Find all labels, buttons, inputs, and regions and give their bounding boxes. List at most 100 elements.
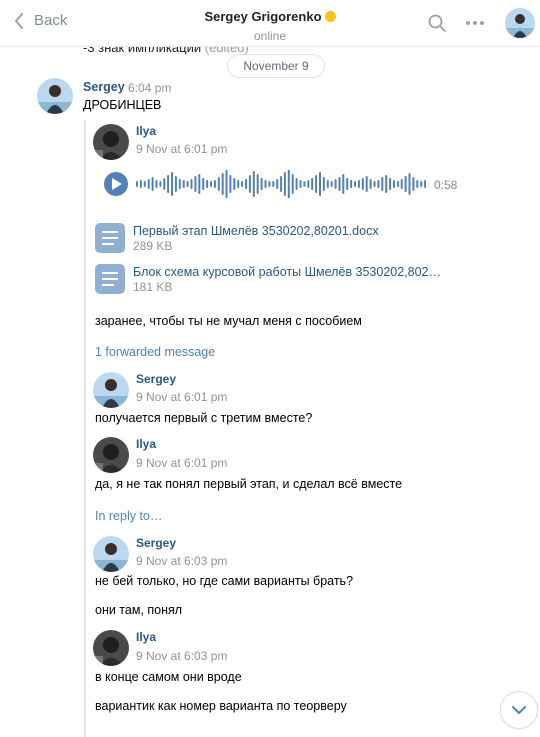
waveform-bar	[151, 177, 154, 191]
forwarded-time: 9 Nov at 6:03 pm	[136, 554, 228, 568]
waveform-bar	[264, 180, 267, 188]
forwarded-text: не бей только, но где сами варианты брат…	[95, 574, 354, 588]
date-separator: November 9	[227, 54, 325, 78]
waveform-bar	[420, 181, 423, 187]
waveform-bar	[424, 180, 427, 188]
waveform-bar	[171, 172, 173, 196]
waveform-bar	[315, 175, 318, 193]
search-icon[interactable]	[428, 14, 446, 37]
chat-title[interactable]: Sergey Grigorenko online	[0, 8, 540, 43]
waveform-bar	[416, 180, 419, 188]
waveform-bar	[389, 178, 392, 190]
waveform-bar	[377, 180, 380, 188]
document-size: 181 KB	[133, 280, 173, 294]
waveform-bar	[299, 180, 302, 188]
waveform-bar	[237, 180, 240, 188]
waveform-bar	[272, 181, 275, 187]
waveform-bar	[330, 181, 333, 187]
forwarded-time: 9 Nov at 6:01 pm	[136, 142, 228, 156]
waveform-bar	[357, 180, 360, 188]
document-size: 289 KB	[133, 239, 173, 253]
waveform-bar	[260, 178, 263, 190]
waveform-bar	[393, 180, 395, 188]
forwarded-text: получается первый с третим вместе?	[95, 411, 313, 425]
waveform-bar	[229, 175, 232, 193]
contact-status: online	[253, 29, 287, 43]
forwarded-text: в конце самом они вроде	[95, 670, 242, 684]
waveform-bar	[291, 174, 294, 194]
waveform-bar	[283, 172, 286, 196]
waveform-bar	[147, 179, 150, 189]
waveform-bar	[400, 179, 403, 189]
avatar[interactable]	[93, 372, 129, 408]
waveform-bar	[210, 181, 212, 187]
waveform-bar	[248, 175, 251, 193]
waveform-bar	[365, 176, 368, 192]
contact-avatar[interactable]	[505, 8, 535, 38]
waveform-bar	[159, 181, 162, 187]
forwarded-text: заранее, чтобы ты не мучал меня с пособи…	[95, 314, 362, 328]
waveform-bar	[303, 181, 306, 187]
waveform-bar	[334, 179, 337, 189]
waveform-bar	[322, 177, 325, 191]
reply-link[interactable]: In reply to…	[95, 509, 162, 523]
waveform-bar	[178, 179, 181, 189]
waveform-bar	[268, 181, 271, 187]
waveform-bar	[143, 181, 146, 187]
forwarded-author[interactable]: Ilya	[136, 437, 156, 451]
play-button[interactable]	[104, 172, 128, 196]
avatar[interactable]	[93, 630, 129, 666]
forwarded-time: 9 Nov at 6:03 pm	[136, 649, 228, 663]
waveform-bar	[167, 175, 170, 193]
forward-divider	[84, 121, 86, 737]
waveform-bar	[404, 176, 407, 192]
message-author[interactable]: Sergey	[83, 80, 125, 94]
document-icon[interactable]	[95, 264, 125, 294]
forwarded-time: 9 Nov at 6:01 pm	[136, 456, 228, 470]
waveform-bar	[287, 170, 290, 198]
waveform-bar	[276, 179, 279, 189]
audio-waveform[interactable]	[136, 170, 428, 198]
message-time[interactable]: 6:04 pm	[128, 81, 171, 95]
waveform-bar	[182, 180, 185, 188]
waveform-bar	[412, 177, 415, 191]
waveform-bar	[225, 170, 228, 198]
waveform-bar	[373, 181, 376, 187]
forwarded-messages-link[interactable]: 1 forwarded message	[95, 345, 215, 359]
document-icon[interactable]	[95, 223, 125, 253]
waveform-bar	[396, 181, 399, 187]
chat-header: Back Sergey Grigorenko online	[0, 0, 540, 47]
waveform-bar	[307, 180, 310, 188]
waveform-bar	[136, 181, 138, 187]
waveform-bar	[280, 176, 283, 192]
forwarded-text: они там, понял	[95, 603, 183, 617]
emoji-icon	[324, 11, 336, 22]
waveform-bar	[252, 171, 255, 197]
forwarded-author[interactable]: Ilya	[136, 630, 156, 644]
forwarded-author[interactable]: Sergey	[136, 536, 176, 550]
waveform-bar	[198, 174, 201, 194]
forwarded-text: вариантик как номер варианта по теорверу	[95, 699, 347, 713]
waveform-bar	[155, 180, 158, 188]
avatar[interactable]	[37, 78, 73, 114]
forwarded-author[interactable]: Ilya	[136, 124, 156, 138]
waveform-bar	[245, 179, 247, 189]
document-name[interactable]: Блок схема курсовой работы Шмелёв 353020…	[133, 265, 441, 279]
waveform-bar	[256, 174, 259, 194]
scroll-down-button[interactable]	[500, 691, 538, 729]
contact-name: Sergey Grigorenko	[204, 9, 322, 24]
avatar[interactable]	[93, 437, 129, 473]
avatar[interactable]	[93, 536, 129, 572]
audio-duration: 0:58	[434, 178, 458, 192]
waveform-bar	[385, 175, 388, 193]
avatar[interactable]	[93, 124, 129, 160]
waveform-bar	[338, 177, 341, 191]
more-horizontal-icon[interactable]	[465, 14, 485, 37]
document-name[interactable]: Первый этап Шмелёв 3530202,80201.docx	[133, 224, 379, 238]
waveform-bar	[163, 178, 166, 190]
waveform-bar	[233, 178, 236, 190]
forwarded-author[interactable]: Sergey	[136, 372, 176, 386]
waveform-bar	[213, 180, 216, 188]
waveform-bar	[311, 178, 314, 190]
waveform-bar	[408, 173, 411, 195]
